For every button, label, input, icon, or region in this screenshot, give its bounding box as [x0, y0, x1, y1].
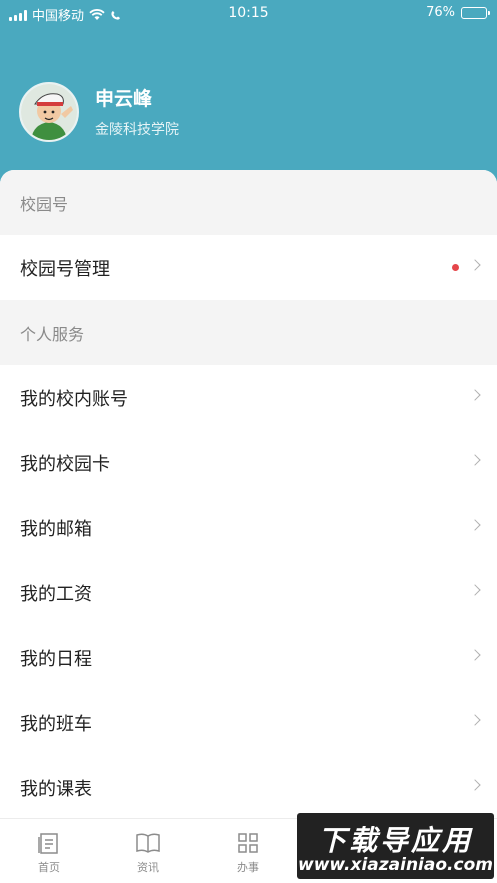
menu-item-schedule[interactable]: 我的日程 [0, 625, 497, 690]
menu-item-campus-account[interactable]: 我的校内账号 [0, 365, 497, 430]
menu-item-mailbox[interactable]: 我的邮箱 [0, 495, 497, 560]
menu-item-salary[interactable]: 我的工资 [0, 560, 497, 625]
menu-item-label: 我的工资 [20, 583, 92, 605]
watermark-url: www.xiazainiao.com [298, 855, 493, 875]
tab-services[interactable]: 办事 [218, 831, 278, 875]
notification-dot [452, 264, 459, 271]
chevron-right-icon [469, 454, 481, 466]
menu-item-label: 校园号管理 [20, 258, 110, 280]
battery-icon [461, 6, 490, 19]
status-right: 76% [426, 5, 490, 20]
menu-item-label: 我的校内账号 [20, 388, 128, 410]
user-school: 金陵科技学院 [95, 122, 179, 138]
profile-header[interactable]: 申云峰 金陵科技学院 [0, 70, 497, 160]
menu-item-campus-card[interactable]: 我的校园卡 [0, 430, 497, 495]
chevron-right-icon [469, 519, 481, 531]
menu-item-label: 我的日程 [20, 648, 92, 670]
book-icon [136, 833, 160, 853]
menu-item-campus-account-manage[interactable]: 校园号管理 [0, 235, 497, 300]
watermark-title: 下载导应用 [317, 824, 473, 857]
chevron-right-icon [469, 779, 481, 791]
status-bar: 中国移动 10:15 76% [0, 0, 497, 26]
menu-item-label: 我的班车 [20, 713, 92, 735]
chevron-right-icon [469, 649, 481, 661]
chevron-right-icon [469, 259, 481, 271]
avatar-image [21, 84, 77, 140]
user-name: 申云峰 [95, 88, 153, 110]
menu-item-label: 我的校园卡 [20, 453, 110, 475]
grid-icon [238, 833, 258, 853]
tab-label: 办事 [237, 861, 259, 874]
section-header-campus: 校园号 [0, 170, 497, 235]
tab-home[interactable]: 首页 [19, 831, 79, 875]
section-header-personal: 个人服务 [0, 300, 497, 365]
menu-item-shuttle[interactable]: 我的班车 [0, 690, 497, 755]
battery-percent: 76% [426, 5, 455, 20]
chevron-right-icon [469, 714, 481, 726]
tab-label: 资讯 [137, 861, 159, 874]
menu-item-timetable[interactable]: 我的课表 [0, 755, 497, 820]
chevron-right-icon [469, 584, 481, 596]
status-time: 10:15 [228, 5, 269, 21]
avatar[interactable] [19, 82, 79, 142]
watermark-logo: 下载导应用 www.xiazainiao.com [297, 813, 494, 879]
menu-item-label: 我的课表 [20, 778, 92, 800]
menu-item-label: 我的邮箱 [20, 518, 92, 540]
document-icon [38, 833, 58, 854]
tab-news[interactable]: 资讯 [118, 831, 178, 875]
tab-label: 首页 [38, 861, 60, 874]
chevron-right-icon [469, 389, 481, 401]
menu-panel: 校园号 校园号管理 个人服务 我的校内账号 我的校园卡 我的邮箱 我的工资 我的… [0, 170, 497, 883]
